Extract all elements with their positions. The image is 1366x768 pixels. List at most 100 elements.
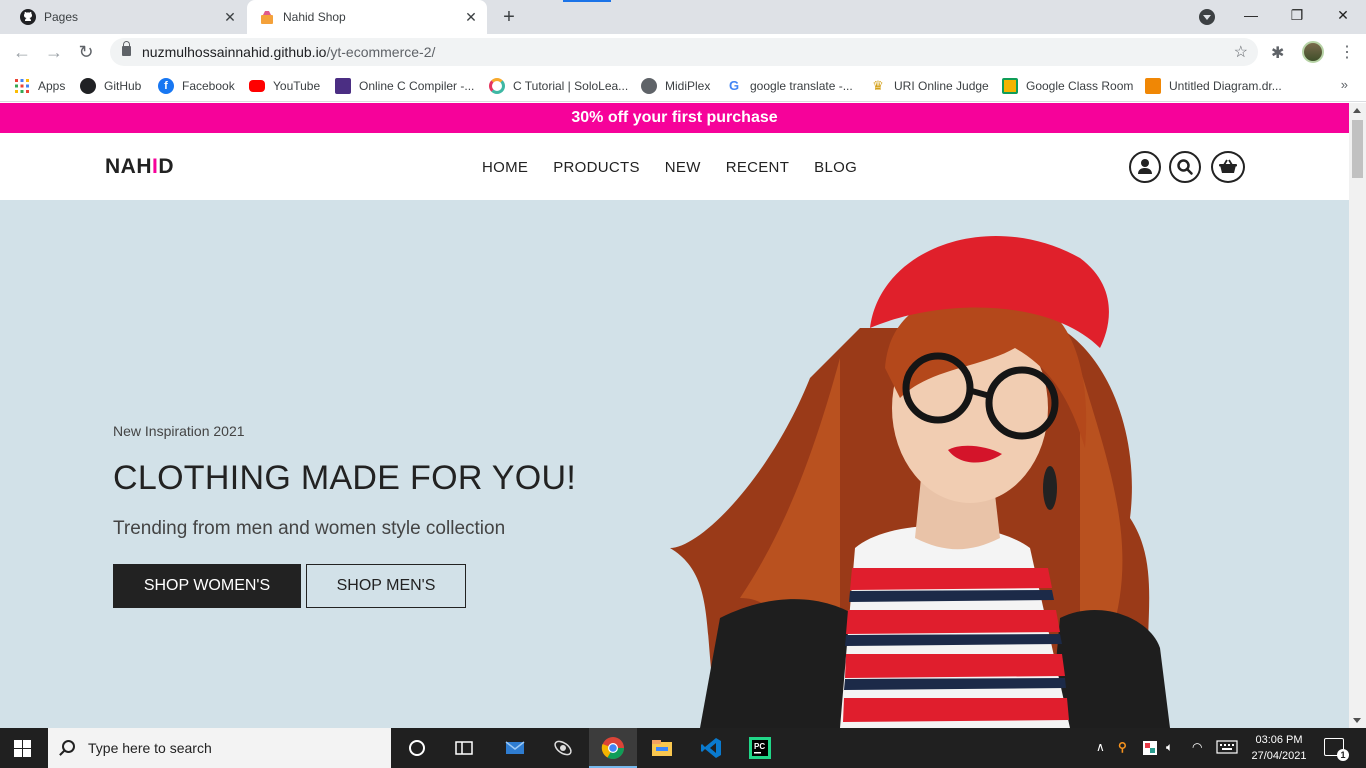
url-host: nuzmulhossainnahid.github.io	[142, 44, 327, 60]
tab-pages[interactable]: Pages ✕	[8, 0, 246, 34]
bookmark-label: Online C Compiler -...	[359, 79, 475, 93]
vertical-scrollbar[interactable]	[1349, 103, 1366, 728]
bookmark-google-classroom[interactable]: Google Class Room	[1002, 77, 1133, 95]
nav-home[interactable]: HOME	[482, 159, 528, 176]
hero-model-image	[670, 235, 1170, 728]
nav-recent[interactable]: RECENT	[726, 159, 789, 176]
profile-avatar[interactable]	[1302, 41, 1324, 63]
google-icon: G	[728, 78, 740, 93]
forward-arrow-icon[interactable]: →	[44, 42, 64, 62]
notification-count-badge: 1	[1337, 749, 1349, 761]
volume-icon[interactable]: 🔈︎	[1166, 740, 1173, 755]
search-icon[interactable]	[1169, 151, 1201, 183]
pycharm-icon[interactable]: PC	[748, 736, 772, 760]
clock-time: 03:06 PM	[1255, 734, 1303, 746]
vscode-icon[interactable]	[699, 736, 723, 760]
facebook-icon: f	[158, 78, 174, 94]
bookmark-label: Facebook	[182, 79, 235, 93]
network-icon[interactable]: ◠	[1192, 740, 1202, 754]
search-placeholder: Type here to search	[88, 740, 212, 756]
bookmark-untitled-diagram[interactable]: Untitled Diagram.dr...	[1145, 77, 1282, 95]
mail-app-icon[interactable]	[503, 736, 527, 760]
sololearn-icon	[489, 78, 505, 94]
bookmark-midiplex[interactable]: MidiPlex	[641, 77, 710, 95]
bookmark-label: GitHub	[104, 79, 142, 93]
hero-subtitle: New Inspiration 2021	[113, 423, 245, 439]
youtube-icon	[249, 80, 265, 92]
nav-new[interactable]: NEW	[665, 159, 701, 176]
github-icon	[80, 78, 96, 94]
bookmarks-bar: Apps GitHub f Facebook YouTube Online C …	[0, 70, 1366, 102]
satellite-app-icon[interactable]	[551, 736, 575, 760]
tray-search-app-icon[interactable]: ⚲	[1118, 740, 1127, 754]
nav-blog[interactable]: BLOG	[814, 159, 857, 176]
clock-date: 27/04/2021	[1251, 750, 1307, 762]
address-bar[interactable]: nuzmulhossainnahid.github.io/yt-ecommerc…	[110, 38, 1258, 66]
main-menu: HOME PRODUCTS NEW RECENT BLOG	[482, 159, 857, 176]
bookmark-label: Google Class Room	[1026, 79, 1134, 93]
search-icon	[62, 740, 75, 753]
close-window-button[interactable]: ✕	[1320, 0, 1366, 30]
bookmark-c-tutorial[interactable]: C Tutorial | SoloLea...	[489, 77, 628, 95]
user-icon[interactable]	[1129, 151, 1161, 183]
close-tab-icon[interactable]: ✕	[222, 9, 238, 25]
shop-womens-button[interactable]: SHOP WOMEN'S	[113, 564, 301, 608]
globe-icon	[641, 78, 657, 94]
tray-overflow-chevron-icon[interactable]: ∧	[1096, 740, 1105, 754]
task-view-icon[interactable]	[452, 736, 476, 760]
bookmark-online-c-compiler[interactable]: Online C Compiler -...	[335, 77, 474, 95]
hero-lead: Trending from men and women style collec…	[113, 518, 506, 539]
chrome-icon[interactable]	[601, 736, 625, 760]
logo-text: D	[158, 155, 175, 178]
tab-loading-indicator	[563, 0, 611, 2]
taskbar-search-box[interactable]: Type here to search	[48, 728, 391, 768]
notification-center-icon[interactable]: 1	[1324, 738, 1349, 761]
hero-title: CLOTHING MADE FOR YOU!	[113, 459, 577, 497]
back-arrow-icon[interactable]: ←	[12, 42, 32, 62]
bookmark-google-translate[interactable]: G google translate -...	[726, 77, 853, 95]
scroll-down-arrow-icon[interactable]	[1353, 718, 1361, 723]
shop-mens-button[interactable]: SHOP MEN'S	[306, 564, 466, 608]
keyboard-icon[interactable]	[1216, 740, 1238, 757]
basket-icon[interactable]	[1211, 151, 1245, 183]
nav-products[interactable]: PRODUCTS	[553, 159, 640, 176]
bookmark-label: Untitled Diagram.dr...	[1169, 79, 1282, 93]
logo-text: NAH	[105, 155, 152, 178]
shop-favicon	[259, 9, 275, 25]
reload-icon[interactable]: ↻	[76, 42, 96, 62]
hero-section: New Inspiration 2021 CLOTHING MADE FOR Y…	[0, 200, 1349, 728]
taskbar-clock[interactable]: 03:06 PM 27/04/2021	[1244, 732, 1314, 764]
tab-search-icon[interactable]	[1199, 9, 1215, 25]
bookmark-label: Apps	[38, 79, 66, 93]
menu-kebab-icon[interactable]: ⋮	[1339, 42, 1355, 62]
extensions-puzzle-icon[interactable]: ✱	[1271, 43, 1284, 63]
bookmark-apps[interactable]: Apps	[14, 77, 65, 95]
tray-app-icon[interactable]	[1142, 740, 1158, 759]
scroll-up-arrow-icon[interactable]	[1353, 108, 1361, 113]
classroom-icon	[1002, 78, 1018, 94]
new-tab-button[interactable]: +	[499, 7, 519, 27]
restore-button[interactable]: ❐	[1274, 0, 1320, 30]
bookmark-facebook[interactable]: f Facebook	[158, 77, 235, 95]
close-tab-icon[interactable]: ✕	[463, 9, 479, 25]
trophy-icon: ♛	[872, 78, 884, 93]
bookmark-youtube[interactable]: YouTube	[249, 77, 320, 95]
bookmark-label: URI Online Judge	[894, 79, 989, 93]
bookmarks-overflow-button[interactable]: »	[1341, 77, 1348, 92]
site-navbar: NAHID HOME PRODUCTS NEW RECENT BLOG	[0, 133, 1349, 200]
tab-nahid-shop[interactable]: Nahid Shop ✕	[247, 0, 487, 34]
scrollbar-thumb[interactable]	[1352, 120, 1363, 178]
bookmark-github[interactable]: GitHub	[80, 77, 141, 95]
bookmark-star-icon[interactable]: ☆	[1234, 42, 1248, 62]
page-viewport: 30% off your first purchase NAHID HOME P…	[0, 103, 1349, 728]
cortana-icon[interactable]	[405, 736, 429, 760]
windows-start-icon[interactable]	[14, 740, 32, 757]
minimize-button[interactable]: —	[1228, 0, 1274, 30]
file-explorer-icon[interactable]	[650, 736, 674, 760]
promo-banner[interactable]: 30% off your first purchase	[0, 103, 1349, 133]
tab-title: Nahid Shop	[283, 10, 346, 24]
lock-icon	[122, 41, 131, 56]
url-text[interactable]: nuzmulhossainnahid.github.io/yt-ecommerc…	[142, 44, 435, 60]
bookmark-uri-online-judge[interactable]: ♛ URI Online Judge	[870, 77, 989, 95]
site-logo[interactable]: NAHID	[105, 155, 174, 179]
